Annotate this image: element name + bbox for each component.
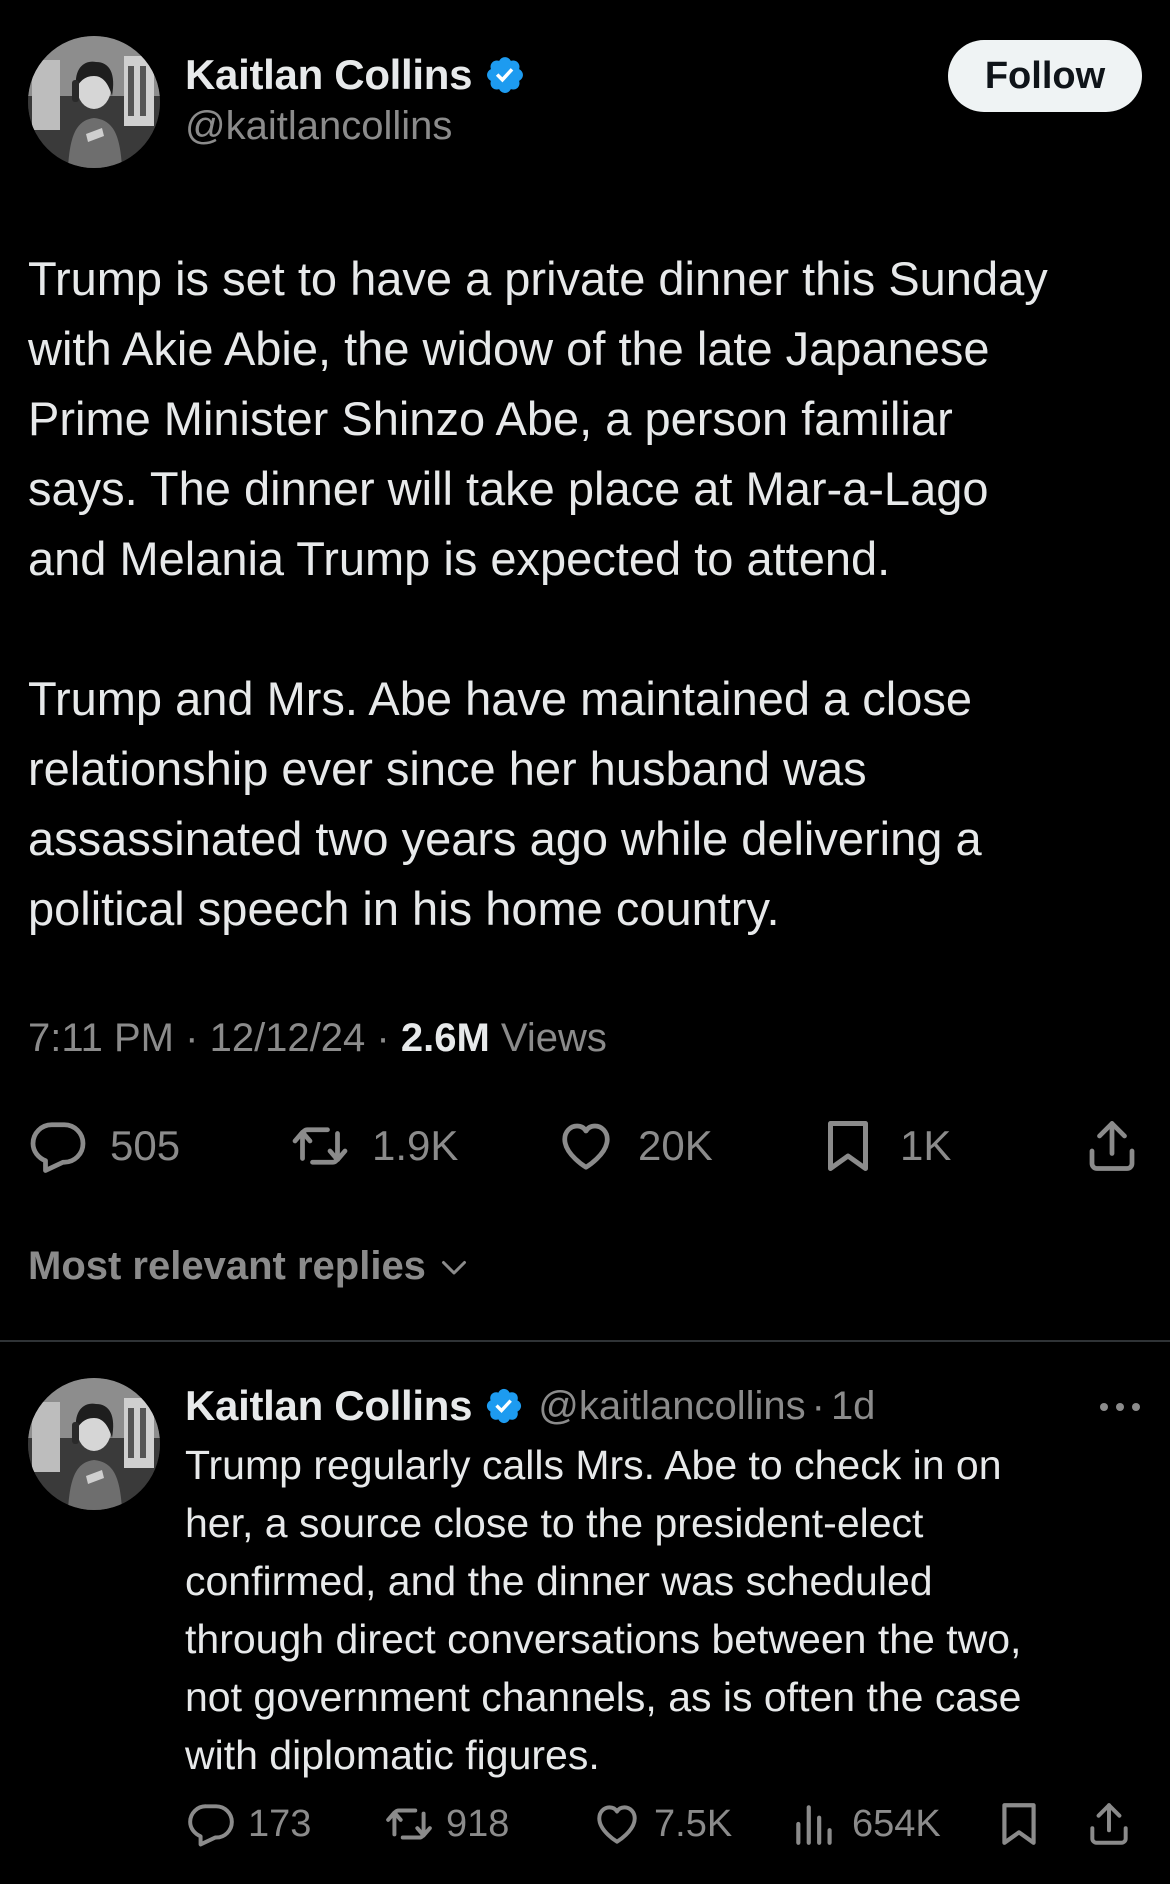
- bookmark-count: 1K: [900, 1122, 952, 1169]
- reply-text: Trump regularly calls Mrs. Abe to check …: [185, 1442, 1022, 1778]
- reply-repost-count: 918: [446, 1802, 510, 1845]
- share-icon: [1082, 1116, 1142, 1176]
- tweet-date[interactable]: 12/12/24: [210, 1016, 366, 1060]
- bookmark-icon: [818, 1116, 878, 1176]
- author-name-row: Kaitlan Collins: [185, 50, 526, 100]
- more-dots-icon[interactable]: [1095, 1392, 1145, 1422]
- reply-share-button[interactable]: [1084, 1799, 1134, 1849]
- reply-count: 505: [110, 1122, 181, 1169]
- reply-like-count: 7.5K: [654, 1802, 733, 1845]
- reply-bookmark-button[interactable]: [994, 1799, 1044, 1849]
- replies-sort-label: Most relevant replies: [28, 1244, 426, 1288]
- views-count[interactable]: 2.6M: [401, 1016, 490, 1060]
- meta-separator: ·: [185, 1016, 199, 1060]
- author-name[interactable]: Kaitlan Collins: [185, 51, 473, 99]
- reply-button[interactable]: 505: [28, 1116, 180, 1176]
- tweet-text: Trump is set to have a private dinner th…: [28, 244, 1148, 944]
- repost-count: 1.9K: [372, 1122, 459, 1169]
- heart-icon: [556, 1116, 616, 1176]
- reply-views-count: 654K: [852, 1802, 941, 1845]
- heart-icon: [592, 1799, 642, 1849]
- reply-separator: ·: [811, 1383, 825, 1428]
- tweet-page: Kaitlan Collins @kaitlancollins Follow T…: [0, 0, 1170, 1884]
- reply-timestamp[interactable]: 1d: [831, 1384, 876, 1429]
- reply-action-bar: 173 918 7.5K 654K: [186, 1794, 1142, 1854]
- meta-separator: ·: [376, 1016, 390, 1060]
- views-label: Views: [500, 1016, 607, 1060]
- author-avatar[interactable]: [28, 36, 160, 168]
- chevron-down-icon: [436, 1249, 472, 1285]
- views-chart-icon: [790, 1799, 840, 1849]
- reply-header: Kaitlan Collins @kaitlancollins · 1d: [185, 1378, 1145, 1434]
- reply-author-avatar[interactable]: [28, 1378, 160, 1510]
- reply-repost-button[interactable]: 918: [384, 1799, 509, 1849]
- reply-content: Kaitlan Collins @kaitlancollins · 1d Tru…: [185, 1378, 1145, 1784]
- repost-button[interactable]: 1.9K: [290, 1116, 458, 1176]
- reply-like-button[interactable]: 7.5K: [592, 1799, 732, 1849]
- bookmark-button[interactable]: 1K: [818, 1116, 951, 1176]
- share-icon: [1084, 1799, 1134, 1849]
- tweet-paragraph: Trump and Mrs. Abe have maintained a clo…: [28, 672, 982, 935]
- share-button[interactable]: [1082, 1116, 1142, 1176]
- like-button[interactable]: 20K: [556, 1116, 713, 1176]
- reply-bubble-icon: [28, 1116, 88, 1176]
- tweet-time[interactable]: 7:11 PM: [28, 1016, 174, 1060]
- tweet-paragraph: Trump is set to have a private dinner th…: [28, 252, 1048, 585]
- tweet-header: Kaitlan Collins @kaitlancollins Follow: [28, 36, 1142, 172]
- bookmark-icon: [994, 1799, 1044, 1849]
- reply-reply-count: 173: [248, 1802, 312, 1845]
- tweet-meta: 7:11 PM · 12/12/24 · 2.6M Views: [28, 1016, 607, 1061]
- like-count: 20K: [638, 1122, 713, 1169]
- repost-icon: [384, 1799, 434, 1849]
- tweet-action-bar: 505 1.9K 20K 1K: [28, 1112, 1142, 1180]
- author-handle[interactable]: @kaitlancollins: [185, 104, 526, 149]
- repost-icon: [290, 1116, 350, 1176]
- reply-author-name[interactable]: Kaitlan Collins: [185, 1382, 473, 1430]
- reply-author-handle[interactable]: @kaitlancollins: [538, 1384, 805, 1429]
- follow-button[interactable]: Follow: [948, 40, 1142, 112]
- verified-badge-icon: [484, 1386, 524, 1426]
- replies-sort-dropdown[interactable]: Most relevant replies: [28, 1244, 472, 1289]
- reply-reply-button[interactable]: 173: [186, 1799, 311, 1849]
- reply-bubble-icon: [186, 1799, 236, 1849]
- reply-views-button[interactable]: 654K: [790, 1799, 941, 1849]
- verified-badge-icon: [484, 54, 526, 96]
- author-info: Kaitlan Collins @kaitlancollins: [185, 50, 526, 149]
- section-divider: [0, 1340, 1170, 1342]
